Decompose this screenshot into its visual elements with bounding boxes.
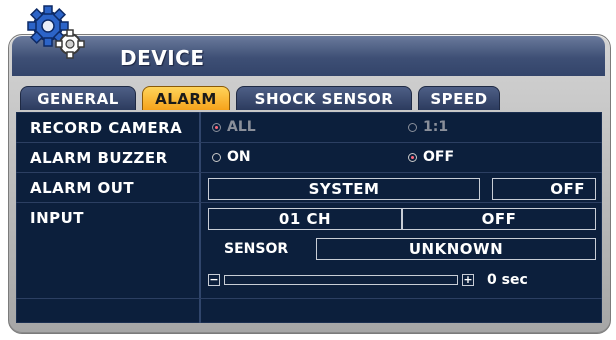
alarm-buzzer-off-radio[interactable]: OFF [408,149,454,165]
column-divider [199,112,201,323]
gears-logo-icon [27,5,85,59]
radio-unselected-icon [212,152,221,162]
minus-icon[interactable]: − [208,274,220,286]
radio-selected-icon [212,122,221,132]
alarm-out-label: ALARM OUT [30,179,135,197]
radio-label: OFF [423,149,455,165]
tab-shock-sensor[interactable]: SHOCK SENSOR [236,86,412,110]
row-divider [16,142,602,143]
plus-icon[interactable]: + [462,274,474,286]
radio-label: 1:1 [423,119,449,135]
row-divider [16,172,602,173]
window-title: DEVICE [120,46,205,70]
tab-speed[interactable]: SPEED [418,86,500,110]
record-camera-label: RECORD CAMERA [30,119,183,137]
alarm-buzzer-on-radio[interactable]: ON [212,149,251,165]
input-state-select[interactable]: OFF [402,208,596,230]
radio-selected-icon [408,152,417,162]
alarm-buzzer-label: ALARM BUZZER [30,149,168,167]
tab-alarm[interactable]: ALARM [142,86,230,110]
record-camera-all-radio[interactable]: ALL [212,119,256,135]
alarm-out-mode-select[interactable]: SYSTEM [208,178,480,200]
row-divider [16,202,602,203]
input-channel-select[interactable]: 01 CH [208,208,402,230]
radio-label: ON [227,149,251,165]
radio-label: ALL [227,119,256,135]
duration-value: 0 sec [487,272,528,288]
title-bar [12,36,605,76]
tab-bar: GENERAL ALARM SHOCK SENSOR SPEED [16,86,602,112]
radio-unselected-icon [408,122,417,132]
input-label: INPUT [30,209,85,227]
record-camera-1to1-radio[interactable]: 1:1 [408,119,448,135]
sensor-label: SENSOR [224,241,289,257]
tab-general[interactable]: GENERAL [20,86,136,110]
sensor-type-select[interactable]: UNKNOWN [316,238,596,260]
duration-slider[interactable] [224,275,458,285]
alarm-out-state-select[interactable]: OFF [492,178,596,200]
row-divider [16,298,602,299]
